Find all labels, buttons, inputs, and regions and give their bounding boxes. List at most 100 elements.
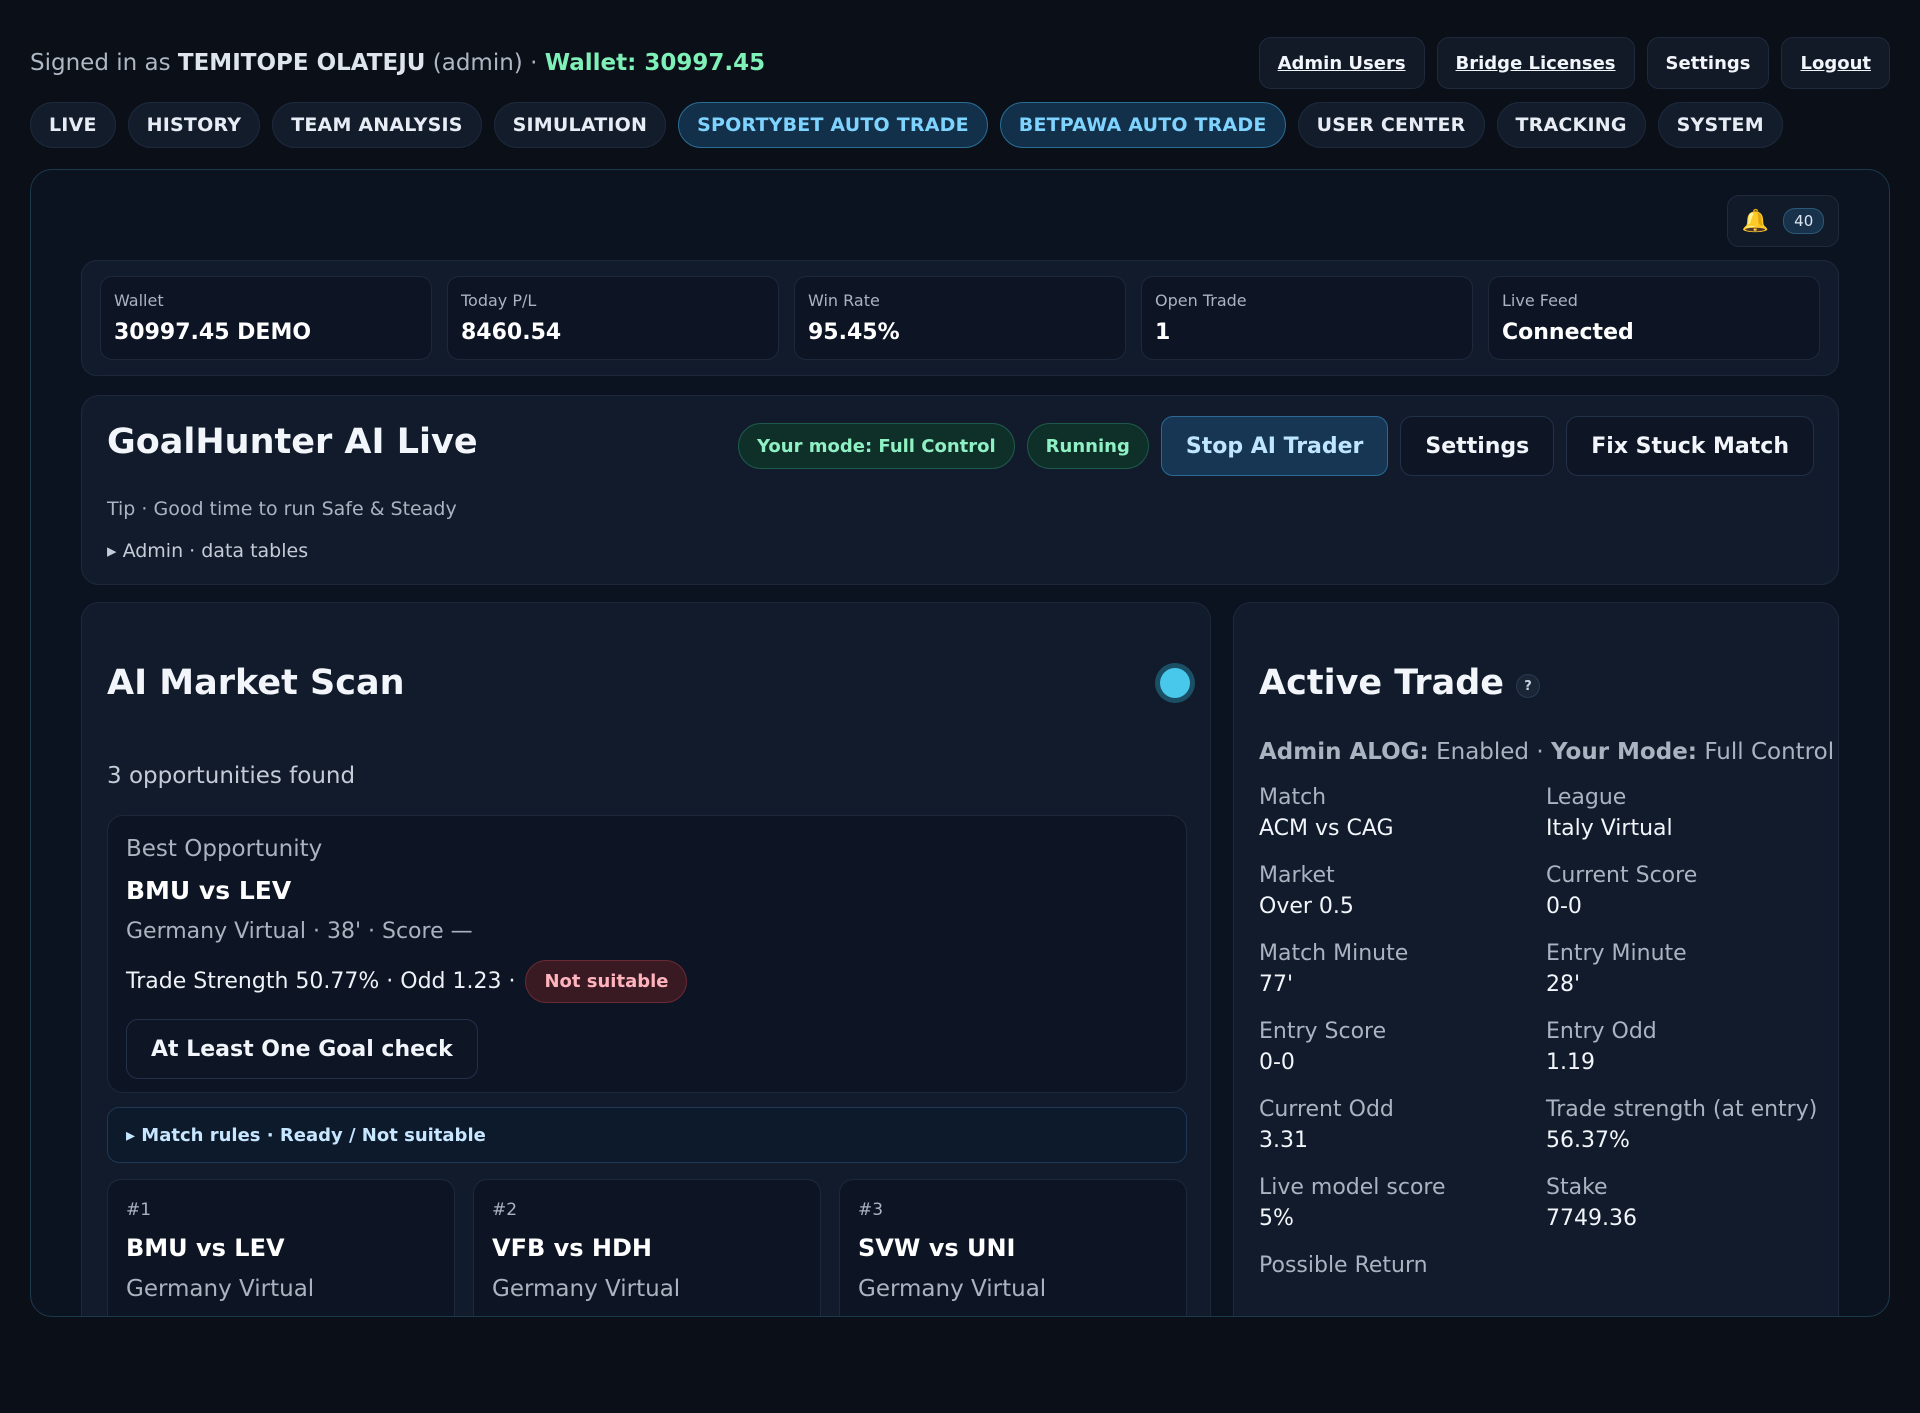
mode-label: Your Mode: [1550, 739, 1697, 765]
field-value: 28' [1546, 972, 1581, 997]
stats-bar: Wallet 30997.45 DEMO Today P/L 8460.54 W… [81, 260, 1839, 376]
suitability-badge: Not suitable [525, 960, 688, 1003]
trade-field-current-odd: Current Odd 3.31 [1259, 1097, 1546, 1153]
scan-status-indicator [1160, 668, 1190, 698]
stat-value: 8460.54 [461, 320, 562, 345]
bell-icon: 🔔 [1741, 208, 1770, 234]
stat-today-pl: Today P/L 8460.54 [447, 276, 779, 360]
trade-field-match: Match ACM vs CAG [1259, 785, 1546, 841]
live-header-card: GoalHunter AI Live Tip · Good time to ru… [81, 395, 1839, 585]
tab-sportybet-auto-trade[interactable]: SPORTYBET AUTO TRADE [678, 102, 988, 148]
trade-field-entry-odd: Entry Odd 1.19 [1546, 1019, 1819, 1075]
field-label: Live model score [1259, 1175, 1446, 1200]
opportunity-card[interactable]: #3 SVW vs UNI Germany Virtual [839, 1179, 1187, 1316]
field-value: 7749.36 [1546, 1206, 1637, 1231]
trade-field-market: Market Over 0.5 [1259, 863, 1546, 919]
stat-label: Live Feed [1502, 291, 1578, 310]
mode-value: Full Control [1704, 739, 1835, 765]
best-opportunity-match: BMU vs LEV [126, 876, 292, 905]
field-value: 3.31 [1259, 1128, 1308, 1153]
active-trade-title-row: Active Trade ? [1259, 663, 1540, 703]
tab-history[interactable]: HISTORY [127, 102, 261, 148]
signed-prefix: Signed in as [30, 50, 171, 76]
tab-system[interactable]: SYSTEM [1657, 102, 1783, 148]
trade-field-stake: Stake 7749.36 [1546, 1175, 1819, 1231]
trader-settings-button[interactable]: Settings [1400, 416, 1555, 476]
opportunity-match: SVW vs UNI [858, 1234, 1016, 1262]
trade-field-live-model-score: Live model score 5% [1259, 1175, 1546, 1231]
field-value: Over 0.5 [1259, 894, 1354, 919]
tab-betpawa-auto-trade[interactable]: BETPAWA AUTO TRADE [999, 102, 1286, 148]
tab-tracking[interactable]: TRACKING [1496, 102, 1646, 148]
field-value: 0-0 [1546, 894, 1582, 919]
bridge-licenses-link[interactable]: Bridge Licenses [1436, 37, 1635, 89]
goal-check-button[interactable]: At Least One Goal check [126, 1019, 478, 1079]
logout-link[interactable]: Logout [1781, 37, 1890, 89]
help-icon[interactable]: ? [1516, 674, 1540, 698]
alog-value: Enabled · [1436, 739, 1544, 765]
opportunity-rank: #3 [858, 1200, 884, 1220]
best-opportunity-card: Best Opportunity BMU vs LEV Germany Virt… [107, 815, 1187, 1093]
opportunity-league: Germany Virtual [858, 1276, 1047, 1302]
market-scan-title: AI Market Scan [107, 663, 405, 703]
hero-actions: Your mode: Full Control Running Stop AI … [738, 416, 1814, 476]
field-label: Stake [1546, 1175, 1608, 1200]
opportunity-rank: #1 [126, 1200, 152, 1220]
match-rules-toggle[interactable]: ▸ Match rules · Ready / Not suitable [107, 1107, 1187, 1163]
market-scan-card: AI Market Scan 3 opportunities found Bes… [81, 602, 1211, 1316]
field-value: 1.19 [1546, 1050, 1595, 1075]
stat-label: Win Rate [808, 291, 880, 310]
stat-open-trade: Open Trade 1 [1141, 276, 1473, 360]
tab-live[interactable]: LIVE [30, 102, 116, 148]
best-opportunity-details: Germany Virtual · 38' · Score — [126, 919, 473, 944]
top-actions: Admin Users Bridge Licenses Settings Log… [1258, 37, 1890, 89]
opportunity-rank: #2 [492, 1200, 518, 1220]
status-badge: Running [1026, 423, 1149, 469]
stat-value: 1 [1155, 320, 1171, 345]
field-label: Current Score [1546, 863, 1698, 888]
stat-value: 95.45% [808, 320, 900, 345]
trade-field-trade-strength: Trade strength (at entry) 56.37% [1546, 1097, 1819, 1153]
tab-team-analysis[interactable]: TEAM ANALYSIS [272, 102, 482, 148]
trade-field-league: League Italy Virtual [1546, 785, 1819, 841]
admin-users-link[interactable]: Admin Users [1258, 37, 1425, 89]
admin-data-tables-toggle[interactable]: ▸ Admin · data tables [107, 540, 308, 562]
opportunity-match: BMU vs LEV [126, 1234, 285, 1262]
opportunities-count: 3 opportunities found [107, 763, 356, 789]
fix-stuck-match-button[interactable]: Fix Stuck Match [1566, 416, 1814, 476]
stat-win-rate: Win Rate 95.45% [794, 276, 1126, 360]
field-value: 5% [1259, 1206, 1294, 1231]
trade-mode-line: Admin ALOG: Enabled · Your Mode: Full Co… [1259, 739, 1834, 765]
tip-text: Tip · Good time to run Safe & Steady [107, 498, 457, 520]
main-nav: LIVE HISTORY TEAM ANALYSIS SIMULATION SP… [30, 102, 1783, 148]
tab-user-center[interactable]: USER CENTER [1297, 102, 1485, 148]
notifications-button[interactable]: 🔔 40 [1727, 195, 1839, 247]
stop-ai-trader-button[interactable]: Stop AI Trader [1160, 416, 1389, 476]
field-label: Match Minute [1259, 941, 1409, 966]
stat-value: Connected [1502, 320, 1634, 345]
trade-field-match-minute: Match Minute 77' [1259, 941, 1546, 997]
active-trade-card: Active Trade ? Admin ALOG: Enabled · You… [1233, 602, 1839, 1316]
opportunity-card[interactable]: #2 VFB vs HDH Germany Virtual [473, 1179, 821, 1316]
field-label: Market [1259, 863, 1335, 888]
trade-details-grid: Match ACM vs CAG League Italy Virtual Mark… [1259, 785, 1819, 1284]
opportunity-card[interactable]: #1 BMU vs LEV Germany Virtual [107, 1179, 455, 1316]
field-label: Entry Minute [1546, 941, 1687, 966]
main-panel: 🔔 40 Wallet 30997.45 DEMO Today P/L 8460… [30, 169, 1890, 1317]
field-label: Possible Return [1259, 1253, 1428, 1278]
field-label: Entry Odd [1546, 1019, 1657, 1044]
user-name: TEMITOPE OLATEJU [177, 50, 426, 76]
stat-label: Wallet [114, 291, 164, 310]
field-label: League [1546, 785, 1627, 810]
user-role: (admin) · [432, 50, 538, 76]
field-label: Current Odd [1259, 1097, 1394, 1122]
stat-value: 30997.45 DEMO [114, 320, 312, 345]
tab-simulation[interactable]: SIMULATION [493, 102, 667, 148]
field-label: Match [1259, 785, 1327, 810]
field-value: ACM vs CAG [1259, 816, 1394, 841]
trade-field-possible-return: Possible Return [1259, 1253, 1546, 1284]
settings-button[interactable]: Settings [1646, 37, 1770, 89]
notification-count: 40 [1783, 208, 1825, 234]
trade-field-entry-score: Entry Score 0-0 [1259, 1019, 1546, 1075]
wallet-balance: Wallet: 30997.45 [544, 50, 766, 76]
